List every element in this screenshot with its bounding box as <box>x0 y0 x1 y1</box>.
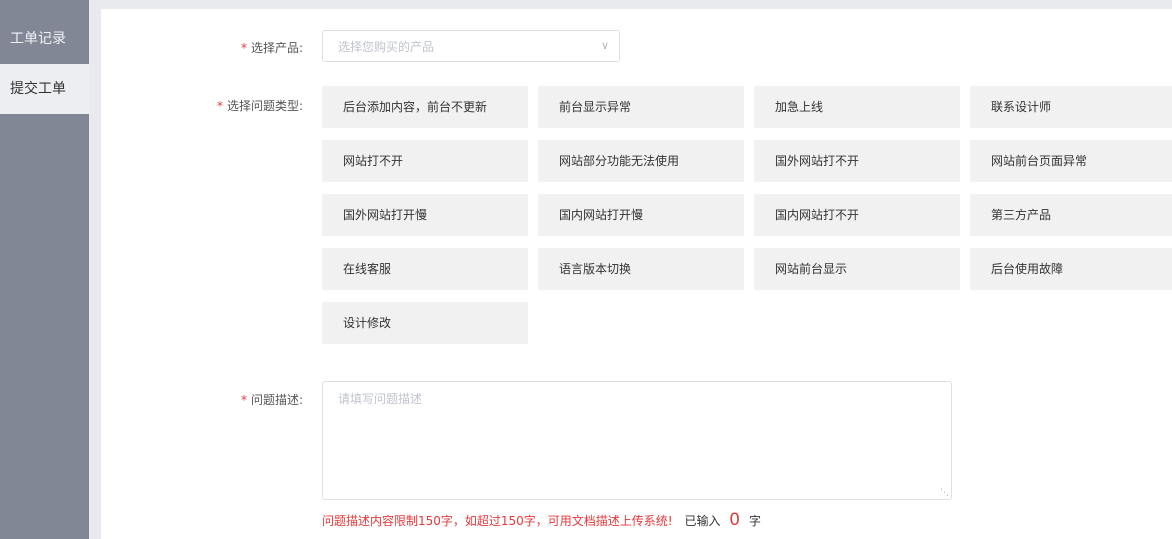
sidebar-item-label: 工单记录 <box>10 31 66 47</box>
issue-type-option[interactable]: 第三方产品 <box>970 194 1172 236</box>
issue-type-option[interactable]: 后台添加内容，前台不更新 <box>322 86 528 128</box>
limit-warning: 问题描述内容限制150字，如超过150字，可用文档描述上传系统! <box>322 514 673 528</box>
issue-type-option[interactable]: 语言版本切换 <box>538 248 744 290</box>
description-label-text: 问题描述: <box>250 393 303 407</box>
issue-type-label-text: 选择问题类型: <box>226 99 303 113</box>
description-placeholder: 请填写问题描述 <box>338 392 423 406</box>
description-label: * 问题描述: <box>101 391 303 408</box>
issue-type-option[interactable]: 前台显示异常 <box>538 86 744 128</box>
description-textarea[interactable]: 请填写问题描述 ⋱ <box>322 381 952 500</box>
issue-type-label: * 选择问题类型: <box>101 97 303 114</box>
main-panel: * 选择产品: 选择您购买的产品 ∨ * 选择问题类型: 后台添加内容，前台不更新前… <box>101 9 1172 539</box>
resize-grip-icon[interactable]: ⋱ <box>940 489 949 498</box>
required-mark: * <box>240 393 247 407</box>
issue-type-option[interactable]: 网站前台显示 <box>754 248 960 290</box>
product-label-text: 选择产品: <box>250 41 303 55</box>
required-mark: * <box>216 99 223 113</box>
issue-type-option[interactable]: 网站前台页面异常 <box>970 140 1172 182</box>
chevron-down-icon: ∨ <box>600 39 609 52</box>
sidebar-item-submit-ticket[interactable]: 提交工单 <box>0 64 89 114</box>
typed-label: 已输入 <box>684 514 721 528</box>
product-select-placeholder: 选择您购买的产品 <box>338 40 435 54</box>
product-label: * 选择产品: <box>101 39 303 56</box>
issue-type-option[interactable]: 联系设计师 <box>970 86 1172 128</box>
sidebar: 工单记录 提交工单 <box>0 0 89 539</box>
issue-type-option[interactable]: 在线客服 <box>322 248 528 290</box>
typed-count: 0 <box>729 510 741 530</box>
issue-type-option[interactable]: 网站打不开 <box>322 140 528 182</box>
description-hint: 问题描述内容限制150字，如超过150字，可用文档描述上传系统! 已输入 0 字 <box>322 510 761 530</box>
typed-unit: 字 <box>748 514 761 528</box>
issue-type-option[interactable]: 设计修改 <box>322 302 528 344</box>
sidebar-item-label: 提交工单 <box>10 81 66 97</box>
product-select[interactable]: 选择您购买的产品 ∨ <box>322 30 620 62</box>
issue-type-options: 后台添加内容，前台不更新 前台显示异常 加急上线 联系设计师网站打不开 网站部分功能无法… <box>322 86 1172 344</box>
issue-type-option[interactable]: 国内网站打开慢 <box>538 194 744 236</box>
sidebar-item-ticket-records[interactable]: 工单记录 <box>0 14 89 64</box>
issue-type-option[interactable]: 国外网站打不开 <box>754 140 960 182</box>
required-mark: * <box>240 41 247 55</box>
issue-type-option[interactable]: 网站部分功能无法使用 <box>538 140 744 182</box>
issue-type-option[interactable]: 国外网站打开慢 <box>322 194 528 236</box>
issue-type-option[interactable]: 加急上线 <box>754 86 960 128</box>
issue-type-option[interactable]: 国内网站打不开 <box>754 194 960 236</box>
issue-type-option[interactable]: 后台使用故障 <box>970 248 1172 290</box>
